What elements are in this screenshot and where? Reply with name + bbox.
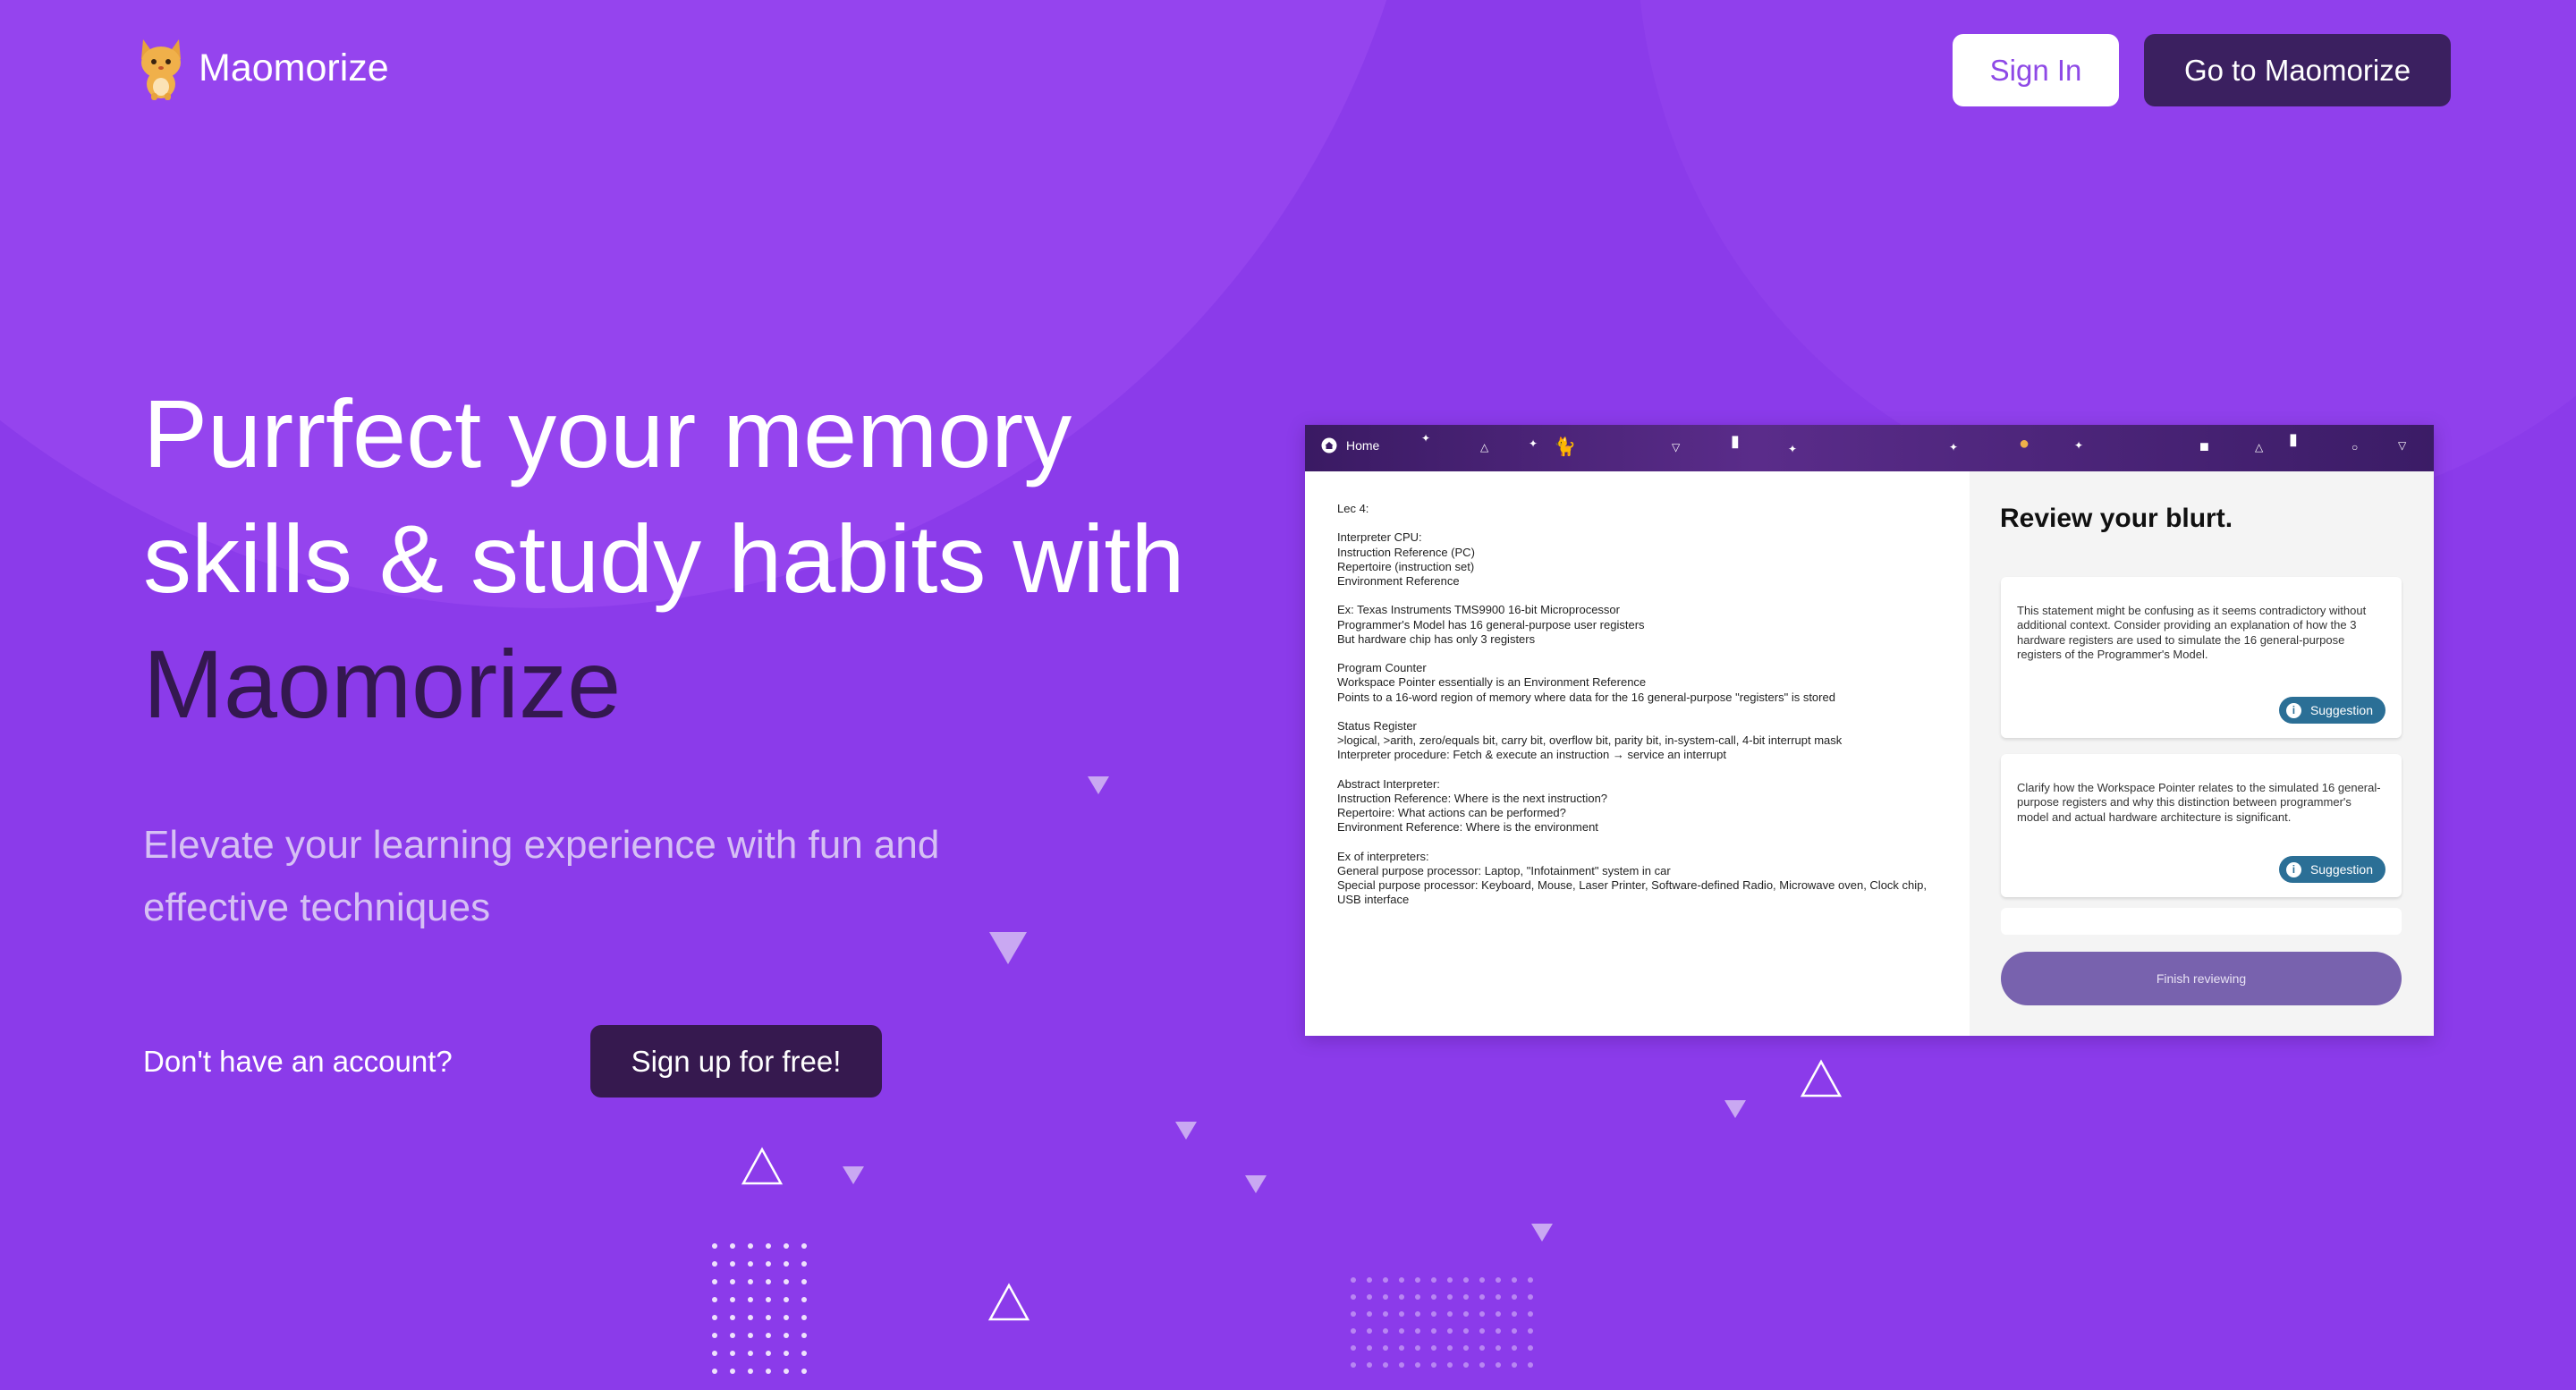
hero-title-main: Purrfect your memory skills & study habi… [143, 379, 1185, 613]
bottle-decoration-icon: ▮ [1731, 432, 1740, 450]
suggestion-badge-label: Suggestion [2309, 703, 2373, 717]
cat-decoration-icon: 🐈 [1554, 437, 1576, 457]
home-icon [1321, 437, 1337, 453]
info-icon: i [2285, 702, 2301, 718]
cat-decoration-icon: ● [2019, 434, 2030, 453]
cat-decoration-icon: ■ [2199, 437, 2209, 455]
suggestion-card-partial [2001, 908, 2402, 935]
preview-home-label: Home [1346, 438, 1380, 453]
dot-grid-decoration [1351, 1277, 1533, 1368]
dot-grid-decoration [712, 1243, 807, 1374]
suggestion-badge[interactable]: i Suggestion [2278, 856, 2385, 883]
triangle-decoration-icon [1088, 776, 1109, 794]
go-to-app-button[interactable]: Go to Maomorize [2144, 34, 2451, 106]
preview-home-link[interactable]: Home [1321, 437, 1379, 453]
info-icon: i [2285, 861, 2301, 877]
star-decoration: ○ [2351, 441, 2359, 453]
triangle-decoration-icon [1531, 1224, 1553, 1242]
review-panel: Review your blurt. This statement might … [1970, 471, 2434, 1036]
star-decoration: ✦ [2074, 439, 2084, 452]
sign-in-button[interactable]: Sign In [1953, 34, 2119, 106]
triangle-decoration-icon [1175, 1122, 1197, 1140]
bottle-decoration-icon: ▮ [2289, 430, 2298, 448]
triangle-outline-decoration-icon [987, 1283, 1030, 1321]
suggestion-badge-label: Suggestion [2309, 862, 2373, 877]
star-decoration: ✦ [1529, 437, 1538, 450]
triangle-decoration-icon: △ [1480, 441, 1489, 453]
suggestion-card[interactable]: Clarify how the Workspace Pointer relate… [2001, 754, 2402, 897]
triangle-decoration-icon [1245, 1175, 1267, 1193]
logo-title: Maomorize [199, 46, 389, 89]
triangle-outline-decoration-icon [741, 1147, 784, 1185]
preview-navbar: Home ✦ △ ✦ 🐈 ▽ ▮ ✦ ✦ ● ✦ ■ △ ▮ ○ ▽ [1305, 425, 2434, 471]
sign-up-button[interactable]: Sign up for free! [590, 1025, 882, 1098]
triangle-decoration-icon [843, 1166, 864, 1184]
suggestion-card[interactable]: This statement might be confusing as it … [2001, 577, 2402, 738]
logo[interactable]: Maomorize [136, 36, 389, 100]
triangle-outline-decoration-icon [1800, 1059, 1843, 1098]
star-decoration: ✦ [1788, 443, 1798, 455]
star-decoration: ✦ [1421, 432, 1431, 445]
triangle-decoration-icon: △ [2255, 441, 2264, 453]
no-account-text: Don't have an account? [143, 1045, 453, 1078]
hero-title: Purrfect your memory skills & study habi… [143, 371, 1252, 747]
notes-panel[interactable]: Lec 4: Interpreter CPU: Instruction Refe… [1305, 471, 1970, 1036]
hero-title-brand: Maomorize [143, 630, 622, 738]
cat-logo-icon [141, 39, 181, 100]
star-decoration: ✦ [1949, 441, 1959, 453]
suggestion-badge[interactable]: i Suggestion [2278, 697, 2385, 724]
triangle-decoration-icon: ▽ [2398, 439, 2407, 452]
suggestion-text: This statement might be confusing as it … [2017, 604, 2367, 662]
triangle-decoration-icon: ▽ [1672, 441, 1681, 453]
suggestion-text: Clarify how the Workspace Pointer relate… [2017, 781, 2381, 824]
hero-subtitle: Elevate your learning experience with fu… [143, 823, 940, 929]
finish-reviewing-button[interactable]: Finish reviewing [2001, 952, 2402, 1005]
triangle-decoration-icon [1724, 1100, 1746, 1118]
triangle-decoration-icon [989, 932, 1027, 964]
review-heading: Review your blurt. [2000, 504, 2233, 533]
app-preview: Home ✦ △ ✦ 🐈 ▽ ▮ ✦ ✦ ● ✦ ■ △ ▮ ○ ▽ Lec 4… [1305, 425, 2434, 1036]
